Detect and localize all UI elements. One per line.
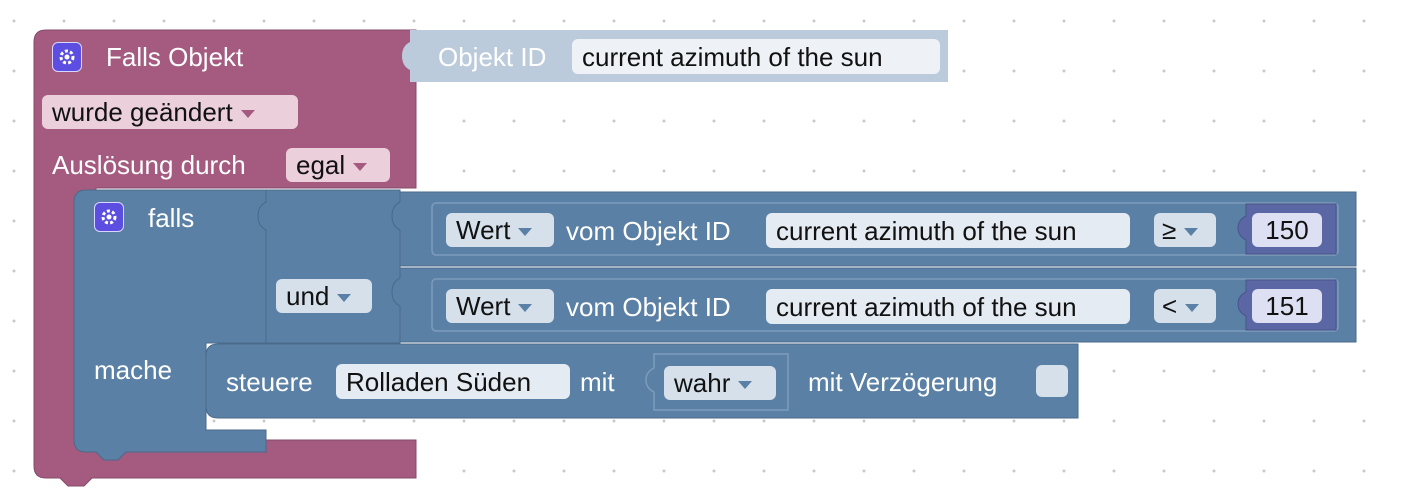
chevron-down-icon	[1185, 303, 1200, 312]
delay-checkbox[interactable]	[1036, 365, 1068, 397]
value-mode-1: Wert	[456, 214, 511, 245]
chevron-down-icon	[518, 303, 533, 312]
operator-1: ≥	[1162, 214, 1177, 245]
trigger-by-label: Auslösung durch	[52, 150, 246, 180]
target-field[interactable]: Rolladen Süden	[336, 364, 570, 399]
number-field-1[interactable]: 150	[1252, 213, 1322, 247]
from-object-label-2: vom Objekt ID	[566, 292, 731, 322]
chevron-down-icon	[738, 380, 753, 389]
chevron-down-icon	[518, 227, 533, 236]
operator-dropdown-2[interactable]: <	[1154, 289, 1216, 323]
boolean-value-dropdown[interactable]: wahr	[664, 366, 776, 400]
logic-op-value: und	[286, 280, 330, 311]
with-label: mit	[580, 367, 615, 397]
settings-gear-icon[interactable]	[52, 42, 82, 72]
object-id-label: Objekt ID	[438, 42, 547, 72]
from-object-label-1: vom Objekt ID	[566, 216, 731, 246]
chevron-down-icon	[240, 109, 255, 118]
value-mode-dropdown-2[interactable]: Wert	[446, 289, 554, 323]
delay-label: mit Verzögerung	[808, 367, 998, 397]
logic-op-dropdown[interactable]: und	[276, 279, 372, 313]
value-mode-2: Wert	[456, 290, 511, 321]
boolean-value: wahr	[674, 367, 731, 398]
blocks-canvas	[33, 29, 1357, 487]
gear-icon	[101, 209, 117, 225]
do-label: mache	[94, 355, 173, 385]
trigger-by-value: egal	[296, 149, 346, 180]
trigger-by-dropdown[interactable]: egal	[286, 148, 390, 182]
object-id-field-1[interactable]: current azimuth of the sun	[766, 213, 1130, 248]
operator-2: <	[1162, 290, 1178, 321]
chevron-down-icon	[337, 293, 352, 302]
logic-and-block[interactable]	[257, 189, 401, 344]
change-mode-dropdown[interactable]: wurde geändert	[42, 95, 298, 129]
gear-icon	[59, 49, 75, 65]
control-label: steuere	[226, 367, 313, 397]
value-mode-dropdown-1[interactable]: Wert	[446, 213, 554, 247]
change-mode-label: wurde geändert	[52, 96, 233, 127]
chevron-down-icon	[1184, 227, 1199, 236]
chevron-down-icon	[353, 162, 368, 171]
operator-dropdown-1[interactable]: ≥	[1154, 213, 1216, 247]
if-label: falls	[148, 203, 195, 233]
trigger-title: Falls Objekt	[106, 42, 244, 72]
if-settings-gear-icon[interactable]	[94, 202, 124, 232]
object-id-field[interactable]: current azimuth of the sun	[572, 39, 940, 74]
number-field-2[interactable]: 151	[1252, 289, 1322, 323]
object-id-field-2[interactable]: current azimuth of the sun	[766, 289, 1130, 324]
